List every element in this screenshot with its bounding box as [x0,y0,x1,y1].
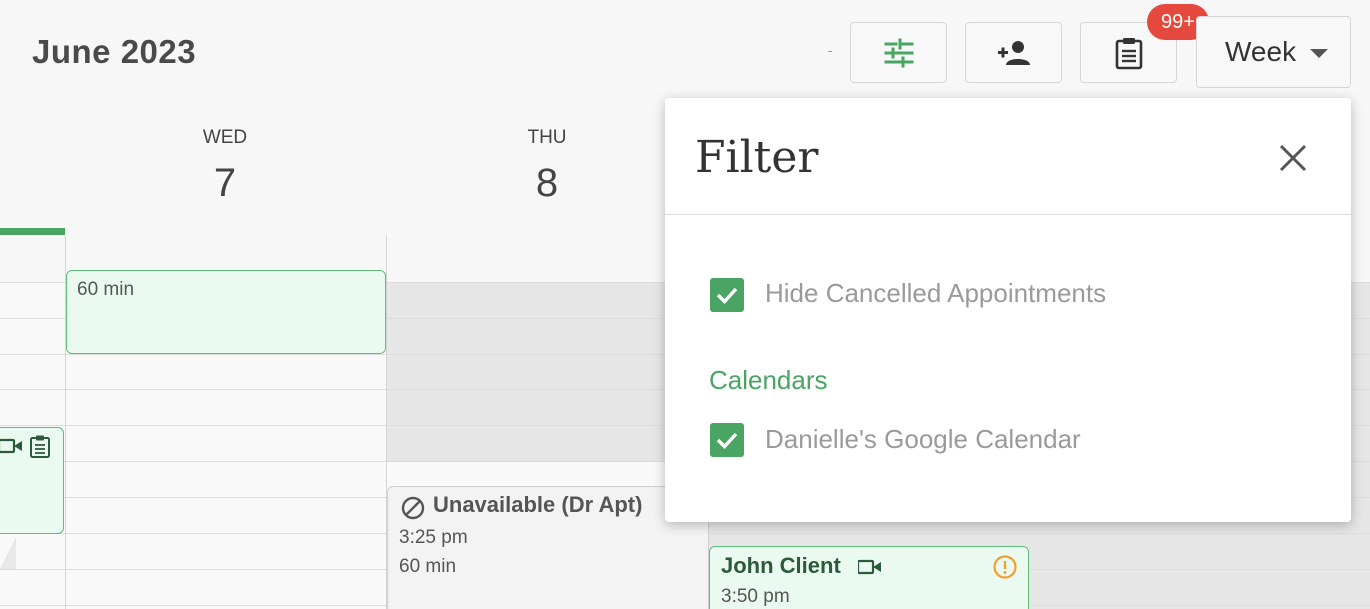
event-time: 3:50 pm [721,586,790,607]
checkmark-icon [716,432,738,449]
divider-dot [828,51,832,52]
day-header-thu: THU 8 [487,127,607,206]
unavailable-block[interactable]: Unavailable (Dr Apt) 3:25 pm 60 min [387,486,709,609]
hide-cancelled-label[interactable]: Hide Cancelled Appointments [765,278,1106,309]
hide-cancelled-checkbox[interactable] [710,278,744,312]
event-title: Unavailable (Dr Apt) [433,492,643,517]
today-indicator [0,228,65,235]
google-calendar-label[interactable]: Danielle's Google Calendar [765,424,1081,455]
video-icon [858,559,881,575]
appointment-wed[interactable]: 60 min [66,270,386,354]
clipboard-icon [30,435,50,458]
appointment-tue[interactable] [0,427,64,534]
event-time: 3:25 pm [399,527,468,548]
view-selector[interactable]: Week [1196,16,1351,88]
appointment-john-client[interactable]: John Client 3:50 pm [709,546,1029,609]
sliders-icon [884,38,913,67]
divider [665,214,1351,215]
event-duration: 60 min [399,556,457,577]
warning-icon [993,555,1017,579]
video-icon [0,438,22,454]
block-icon [401,496,425,520]
day-number: 7 [213,161,237,205]
event-title: John Client [721,553,841,578]
google-calendar-checkbox[interactable] [710,423,744,457]
checkmark-icon [716,287,738,304]
event-duration: 60 min [77,279,135,300]
day-name: WED [202,127,248,148]
close-icon[interactable] [1273,138,1313,178]
view-selector-label: Week [1225,36,1297,67]
add-client-button[interactable] [965,22,1062,83]
day-number: 8 [535,161,559,205]
calendars-heading: Calendars [709,365,828,395]
clipboard-icon [1115,37,1142,69]
person-add-icon [997,40,1030,65]
page-title: June 2023 [32,33,197,70]
caret-down-icon [1310,49,1328,58]
filter-panel: Filter Hide Cancelled Appointments Calen… [665,98,1351,522]
filter-title: Filter [695,132,819,183]
day-header-wed: WED 7 [165,127,285,206]
day-name: THU [527,127,567,148]
filter-button[interactable] [850,22,947,83]
